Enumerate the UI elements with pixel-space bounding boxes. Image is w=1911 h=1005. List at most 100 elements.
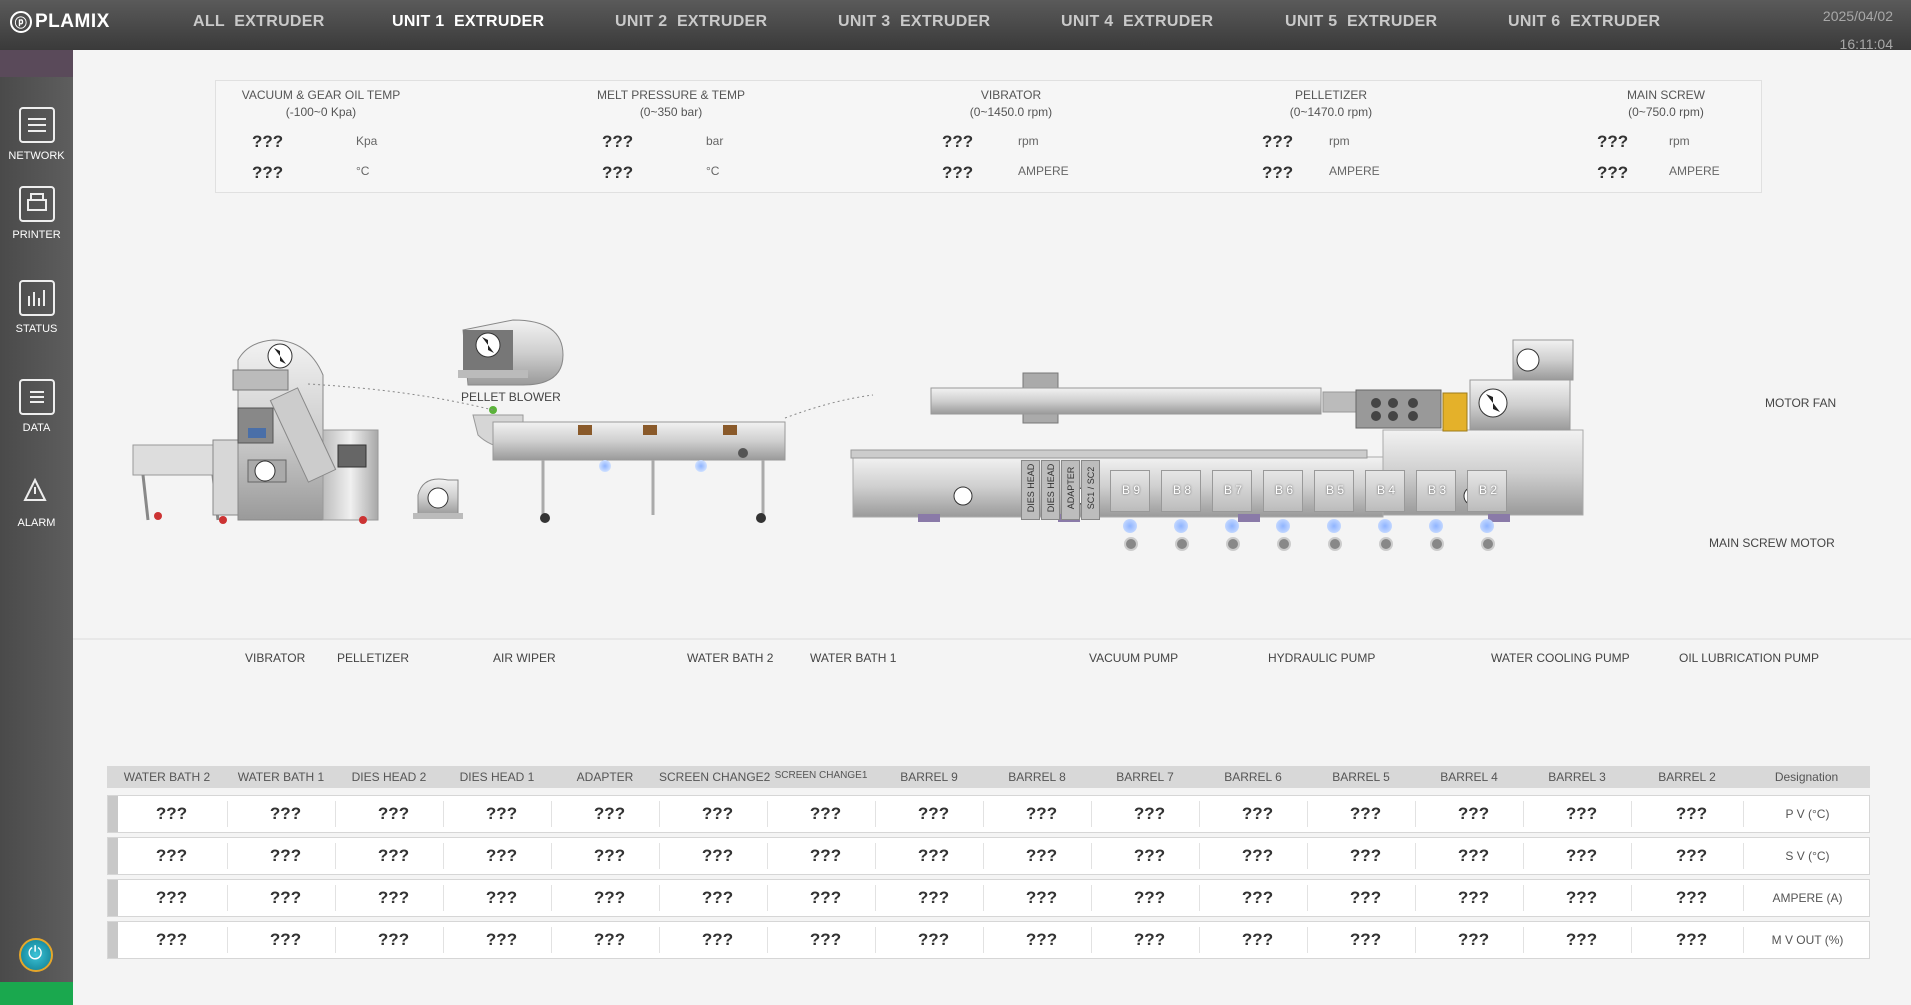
sensor-value-2: ??? (602, 163, 634, 182)
table-cell: ??? (1532, 885, 1632, 911)
column-header-water-bath-2: WATER BATH 2 (123, 770, 211, 784)
table-cell: ??? (992, 927, 1092, 953)
barrel-cooling-fan-icon (1225, 519, 1239, 533)
table-cell: ??? (1640, 801, 1744, 827)
column-header-water-bath-1: WATER BATH 1 (237, 770, 325, 784)
table-cell: ??? (1208, 885, 1308, 911)
sensor-value-2: ??? (1262, 163, 1294, 182)
head-block-label: DIES HEAD (1046, 463, 1056, 513)
sensor-value-1: ??? (942, 132, 974, 151)
power-button[interactable] (19, 938, 53, 972)
table-cell: ??? (452, 801, 552, 827)
barrel-cooling-fan-icon (1276, 519, 1290, 533)
sidebar-item-status[interactable]: STATUS (0, 276, 73, 356)
sidebar-item-printer[interactable]: PRINTER (0, 182, 73, 262)
barrel-heater-b5: B 5 (1314, 470, 1354, 551)
brand-logo: ⓟ PLAMIX (10, 10, 110, 34)
barrel-label: B 2 (1478, 483, 1497, 497)
head-block-label: SC1 / SC2 (1086, 466, 1096, 510)
table-cell: ??? (668, 801, 768, 827)
table-cell: ??? (668, 885, 768, 911)
table-cell: ??? (1316, 885, 1416, 911)
table-cell: ??? (1100, 801, 1200, 827)
air-wiper (413, 478, 463, 519)
table-cell: ??? (344, 885, 444, 911)
sidebar-label-data: DATA (22, 422, 51, 434)
sensor-unit-1: rpm (1329, 134, 1350, 148)
label-vacuum-pump: VACUUM PUMP (1089, 651, 1179, 665)
table-row: ????????????????????????????????????????… (107, 837, 1870, 875)
tab-unit-2[interactable]: UNIT 2 EXTRUDER (615, 13, 767, 35)
table-cell: ??? (560, 927, 660, 953)
barrel-label: B 6 (1274, 483, 1293, 497)
row-designation: M V OUT (%) (1771, 933, 1844, 947)
column-header-dies-head-1: DIES HEAD 1 (459, 770, 535, 784)
table-cell: ??? (992, 885, 1092, 911)
table-cell: ??? (1532, 843, 1632, 869)
barrel-heater-b4: B 4 (1365, 470, 1405, 551)
sidebar-item-data[interactable]: DATA (0, 375, 73, 455)
barrel-label: B 9 (1121, 483, 1140, 497)
barrel-heater-b7: B 7 (1212, 470, 1252, 551)
brand-name: PLAMIX (35, 11, 110, 32)
sidebar-label-printer: PRINTER (12, 229, 61, 241)
table-row: ????????????????????????????????????????… (107, 879, 1870, 917)
table-cell: ??? (668, 927, 768, 953)
data-icon (18, 379, 55, 415)
table-cell: ??? (1316, 843, 1416, 869)
table-cell: ??? (344, 927, 444, 953)
barrel-motor-icon (1481, 537, 1495, 551)
table-cell: ??? (452, 927, 552, 953)
barrel-cooling-fan-icon (1327, 519, 1341, 533)
table-cell: ??? (1640, 843, 1744, 869)
barrel-heater-b9: B 9 (1110, 470, 1150, 551)
barrel-motor-icon (1430, 537, 1444, 551)
label-pellet-blower: PELLET BLOWER (461, 390, 561, 404)
table-cell: ??? (1316, 927, 1416, 953)
sidebar-label-status: STATUS (15, 323, 58, 335)
tab-unit-1[interactable]: UNIT 1 EXTRUDER (392, 13, 544, 35)
table-cell: ??? (116, 927, 228, 953)
head-block-0: DIES HEAD (1021, 460, 1040, 520)
sidebar-item-alarm[interactable]: ALARM (0, 470, 73, 550)
table-cell: ??? (776, 927, 876, 953)
connection-indicator (0, 982, 73, 1005)
sensor-value-2: ??? (942, 163, 974, 182)
table-cell: ??? (1208, 927, 1308, 953)
sensor-unit-2: AMPERE (1018, 164, 1069, 178)
table-cell: ??? (776, 885, 876, 911)
barrel-motor-icon (1124, 537, 1138, 551)
barrel-heater-b2: B 2 (1467, 470, 1507, 551)
barrel-label: B 4 (1376, 483, 1395, 497)
sensor-name: VIBRATOR (980, 88, 1042, 102)
sensor-value-2: ??? (252, 163, 284, 182)
sensor-range: (0~750.0 rpm) (1628, 105, 1704, 119)
sidebar-item-network[interactable]: NETWORK (0, 103, 73, 183)
table-cell: ??? (884, 843, 984, 869)
water-bath (472, 406, 786, 523)
table-cell: ??? (884, 801, 984, 827)
table-cell: ??? (1424, 885, 1524, 911)
sensor-melt-pressure-temp: MELT PRESSURE & TEMP (0~350 bar)??? bar???… (566, 81, 856, 194)
barrel-motor-icon (1175, 537, 1189, 551)
tab-unit-5[interactable]: UNIT 5 EXTRUDER (1285, 13, 1437, 35)
tab-unit-6[interactable]: UNIT 6 EXTRUDER (1508, 13, 1660, 35)
table-row: ????????????????????????????????????????… (107, 795, 1870, 833)
column-header-barrel-2: BARREL 2 (1658, 770, 1716, 784)
table-cell: ??? (236, 927, 336, 953)
tab-unit-3[interactable]: UNIT 3 EXTRUDER (838, 13, 990, 35)
table-cell: ??? (116, 843, 228, 869)
table-cell: ??? (560, 843, 660, 869)
sensor-value-1: ??? (252, 132, 284, 151)
alarm-icon (19, 474, 55, 510)
sensor-name: MELT PRESSURE & TEMP (596, 88, 746, 102)
table-cell: ??? (884, 927, 984, 953)
column-header-designation: Designation (1774, 770, 1839, 784)
label-hydraulic-pump: HYDRAULIC PUMP (1268, 651, 1376, 665)
label-main-screw-motor: MAIN SCREW MOTOR (1709, 536, 1835, 550)
table-cell: ??? (1640, 927, 1744, 953)
tab-unit-4[interactable]: UNIT 4 EXTRUDER (1061, 13, 1213, 35)
tab-unit-0[interactable]: ALL EXTRUDER (193, 13, 325, 35)
sensor-title: VACUUM & GEAR OIL TEMP (-100~0 Kpa) (216, 87, 426, 121)
column-header-barrel-8: BARREL 8 (1008, 770, 1066, 784)
